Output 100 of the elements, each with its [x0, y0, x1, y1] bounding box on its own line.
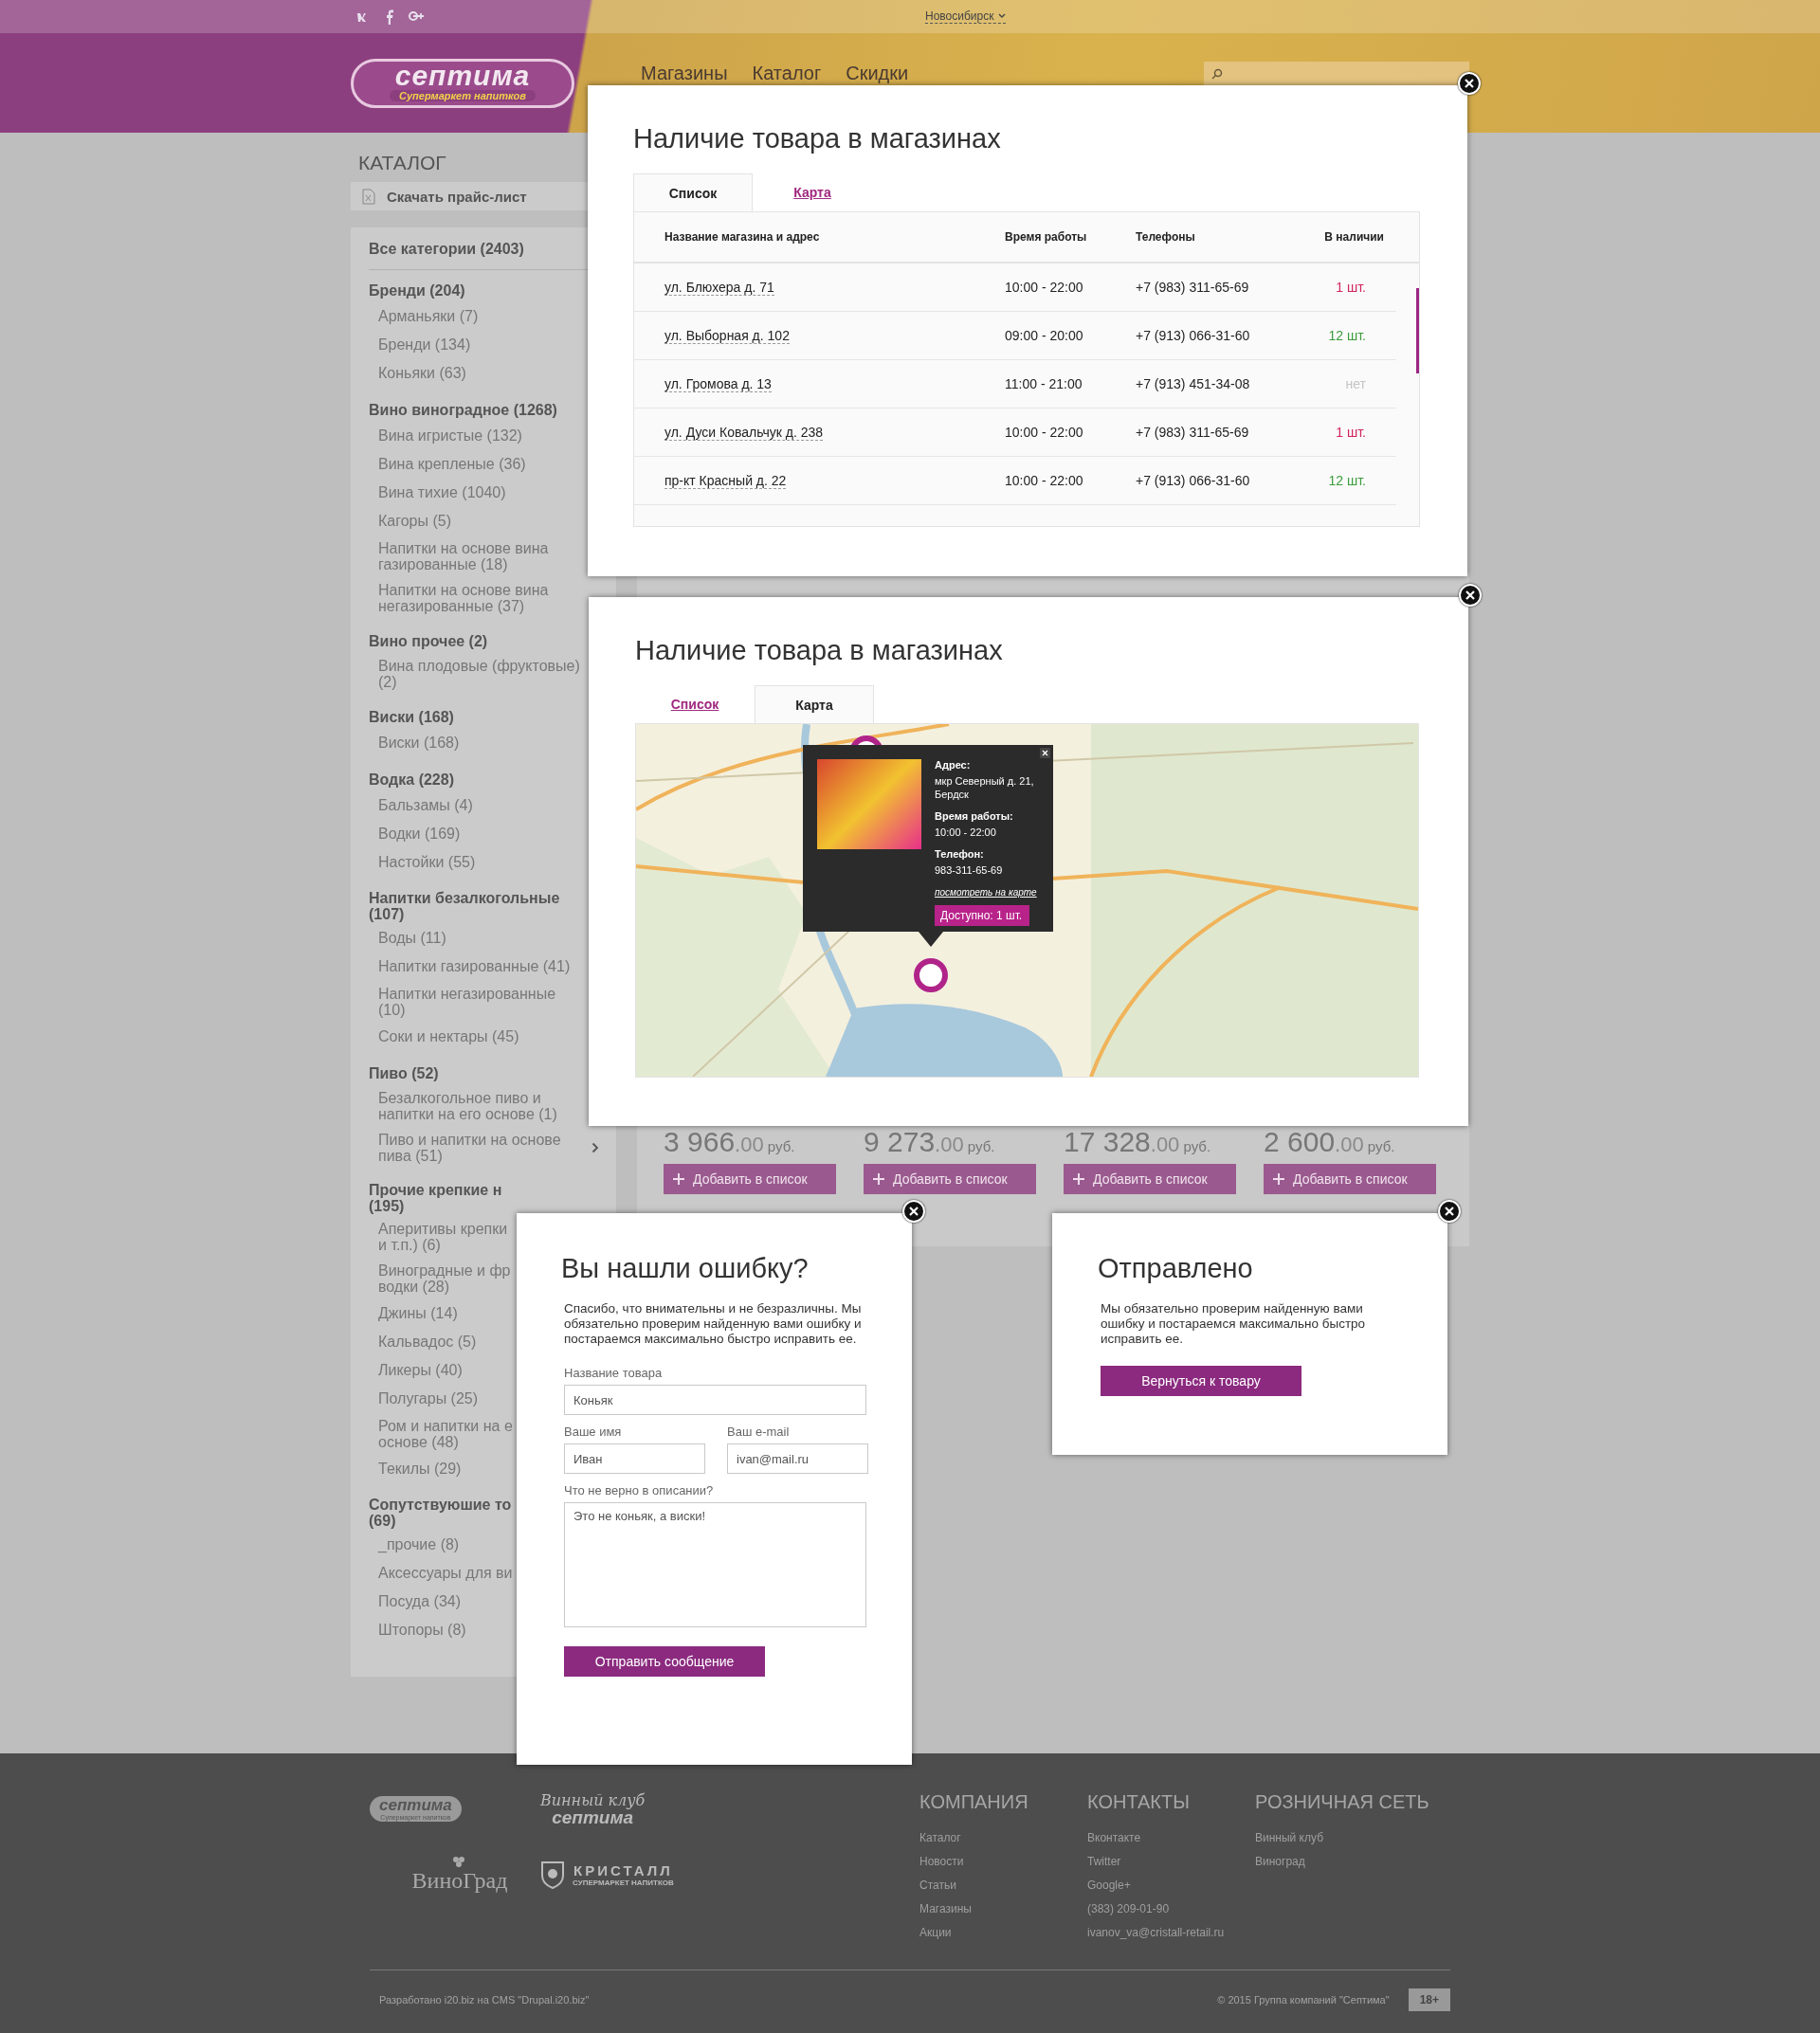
subcategory-link[interactable]: Вина плодовые (фруктовые)	[378, 658, 580, 674]
column-header: Время работы	[1005, 230, 1088, 244]
text-area[interactable]: Это не коньяк, а виски!	[564, 1502, 866, 1627]
subcategory-link[interactable]: газированные (18)	[378, 556, 549, 572]
subcategory-link[interactable]: Виски (168)	[369, 729, 460, 757]
plus-icon	[873, 1173, 884, 1185]
tab[interactable]: Список	[633, 173, 753, 211]
subcategory-link[interactable]: пива (51)	[378, 1148, 561, 1164]
subcategory-link[interactable]: Текилы (29)	[369, 1455, 462, 1483]
footer-link[interactable]: Вконтакте	[1087, 1826, 1141, 1850]
column-header: В наличии	[1323, 230, 1385, 244]
spreadsheet-file-icon	[362, 188, 375, 205]
info-label: Адрес:	[935, 759, 972, 771]
table-cell-text: 10:00 - 22:00	[1005, 425, 1084, 440]
subcategory-link[interactable]: Соки и нектары (45)	[369, 1023, 519, 1051]
back-button[interactable]: Вернуться к товару	[1101, 1366, 1301, 1396]
subcategory-link[interactable]: Бренди (134)	[369, 331, 471, 359]
view-on-map-link[interactable]: посмотреть на карте	[935, 887, 1037, 898]
add-to-list-button[interactable]: Добавить в список	[1064, 1164, 1236, 1194]
subcategory-link[interactable]: Полугары (25)	[369, 1385, 479, 1413]
footer-link[interactable]: Новости	[919, 1850, 964, 1874]
tab[interactable]: Карта	[755, 685, 874, 723]
partner-logo[interactable]: Винный клуб септима	[540, 1791, 711, 1826]
close-button[interactable]	[1459, 584, 1482, 607]
subcategory-link[interactable]: основе (48)	[378, 1434, 513, 1450]
subcategory-link[interactable]: Аксессуары для ви	[369, 1559, 513, 1588]
partner-logo[interactable]: КРИСТАЛЛ СУПЕРМАРКЕТ НАПИТКОВ	[540, 1855, 711, 1894]
nav-link[interactable]: Скидки	[846, 63, 909, 84]
footer-link[interactable]: Винный клуб	[1255, 1826, 1324, 1850]
stock-count: 1 шт.	[1335, 280, 1367, 295]
add-to-list-button[interactable]: Добавить в список	[664, 1164, 836, 1194]
footer-link[interactable]: Twitter	[1087, 1850, 1121, 1874]
footer-link[interactable]: Google+	[1087, 1874, 1131, 1897]
footer-link[interactable]: Акции	[919, 1921, 952, 1945]
subcategory-link[interactable]: Джины (14)	[369, 1299, 458, 1328]
social-link[interactable]	[385, 9, 394, 25]
close-icon	[1042, 750, 1048, 756]
subcategory-link[interactable]: _прочие (8)	[369, 1531, 460, 1559]
footer-link[interactable]: Статьи	[919, 1874, 956, 1897]
subcategory-link[interactable]: Напитки негазированные	[378, 986, 556, 1002]
input-field[interactable]: Иван	[564, 1443, 705, 1474]
subcategory-link[interactable]: Кагоры (5)	[369, 507, 451, 535]
subcategory-link[interactable]: Безалкогольное пиво и	[378, 1090, 557, 1106]
logo[interactable]: септима Супермаркет напитков	[351, 58, 574, 108]
submit-button[interactable]: Отправить сообщение	[564, 1646, 765, 1677]
subcategory-link[interactable]: Кальвадос (5)	[369, 1328, 477, 1356]
add-to-list-button[interactable]: Добавить в список	[1264, 1164, 1436, 1194]
subcategory-link[interactable]: Ликеры (40)	[369, 1356, 463, 1385]
city-selector[interactable]: Новосибирск	[925, 9, 1007, 24]
subcategory-link[interactable]: Настойки (55)	[369, 848, 476, 877]
add-to-list-button[interactable]: Добавить в список	[864, 1164, 1036, 1194]
subcategory-link[interactable]: Ром и напитки на е	[378, 1418, 513, 1434]
subcategory-link[interactable]: (2)	[378, 674, 580, 690]
footer-link[interactable]: Виноград	[1255, 1850, 1305, 1874]
table-cell-text: 10:00 - 22:00	[1005, 473, 1084, 488]
partner-logo[interactable]: ВиноГрад	[370, 1855, 540, 1894]
footer-link[interactable]: Магазины	[919, 1897, 972, 1921]
subcategory-link[interactable]: Напитки на основе вина	[378, 582, 549, 598]
store-address-link[interactable]: ул. Блюхера д. 71	[664, 279, 774, 296]
footer-link[interactable]: Каталог	[919, 1826, 961, 1850]
subcategory-link[interactable]: Напитки на основе вина	[378, 540, 549, 556]
category-link[interactable]: (195)	[369, 1198, 607, 1214]
input-field[interactable]: Коньяк	[564, 1385, 866, 1415]
input-field[interactable]: ivan@mail.ru	[727, 1443, 868, 1474]
footer-link[interactable]: ivanov_va@cristall-retail.ru	[1087, 1921, 1225, 1945]
subcategory-link[interactable]: Арманьяки (7)	[369, 302, 479, 331]
scrollbar[interactable]	[1416, 288, 1419, 373]
subcategory-link[interactable]: Посуда (34)	[369, 1588, 461, 1616]
subcategory-link[interactable]: Воды (11)	[369, 924, 446, 953]
subcategory-link[interactable]: Вина тихие (1040)	[369, 479, 506, 507]
subcategory-link[interactable]: Вина игристые (132)	[369, 422, 522, 450]
subcategory-link[interactable]: напитки на его основе (1)	[378, 1106, 557, 1122]
subcategory-link[interactable]: Вина крепленые (36)	[369, 450, 526, 479]
subcategory-link[interactable]: водки (28)	[378, 1279, 511, 1295]
subcategory-link[interactable]: Штопоры (8)	[369, 1616, 466, 1644]
nav-link[interactable]: Каталог	[752, 63, 822, 84]
close-button[interactable]	[1040, 748, 1050, 758]
subcategory-link[interactable]: Бальзамы (4)	[369, 791, 473, 820]
stock-count: 12 шт.	[1327, 328, 1367, 343]
subcategory-link[interactable]: Аперитивы крепки	[378, 1221, 508, 1237]
subcategory-link[interactable]: Пиво и напитки на основе	[378, 1132, 561, 1148]
subcategory-link[interactable]: (10)	[378, 1002, 556, 1018]
shield-icon	[540, 1860, 565, 1889]
store-address-link[interactable]: пр-кт Красный д. 22	[664, 472, 787, 489]
tab[interactable]: Список	[635, 685, 755, 723]
subcategory-link[interactable]: Коньяки (63)	[369, 359, 466, 388]
subcategory-link[interactable]: Водки (169)	[369, 820, 461, 848]
subcategory-link[interactable]: Напитки газированные (41)	[369, 953, 571, 981]
nav-link[interactable]: Магазины	[641, 63, 728, 84]
footer-heading: РОЗНИЧНАЯ СЕТЬ	[1255, 1791, 1429, 1813]
store-address-link[interactable]: ул. Выборная д. 102	[664, 327, 790, 344]
subcategory-link[interactable]: и т.п.) (6)	[378, 1237, 508, 1253]
category-link[interactable]: Прочие крепкие н	[369, 1182, 607, 1198]
store-address-link[interactable]: ул. Громова д. 13	[664, 375, 772, 392]
search-field[interactable]	[1204, 61, 1469, 86]
footer-link[interactable]: (383) 209-01-90	[1087, 1897, 1170, 1921]
tab[interactable]: Карта	[753, 173, 872, 211]
subcategory-link[interactable]: негазированные (37)	[378, 598, 549, 614]
subcategory-link[interactable]: Виноградные и фр	[378, 1262, 511, 1279]
store-address-link[interactable]: ул. Дуси Ковальчук д. 238	[664, 424, 824, 441]
